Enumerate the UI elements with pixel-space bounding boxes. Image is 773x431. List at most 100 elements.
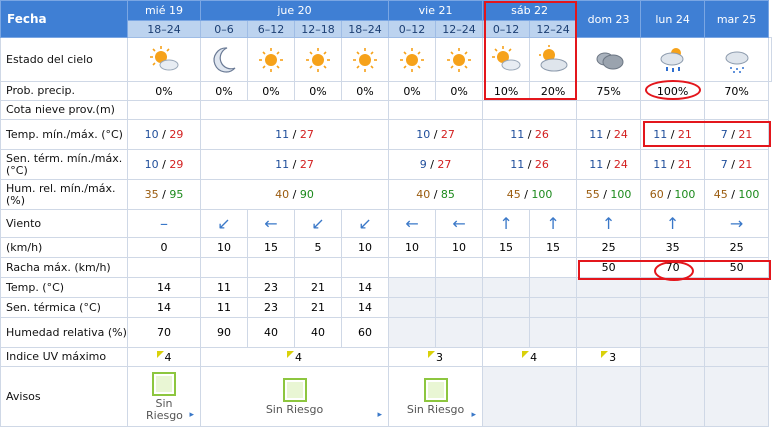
empty-cell bbox=[435, 317, 484, 348]
min-value: 11 bbox=[275, 158, 290, 171]
max-value: 24 bbox=[613, 128, 628, 141]
uv-cell: 4 bbox=[199, 347, 390, 367]
min-value: 45 bbox=[506, 188, 521, 201]
minmax-cell: 40 / 85 bbox=[388, 179, 484, 210]
chevron-right-icon[interactable]: ▸ bbox=[472, 410, 477, 420]
chevron-right-icon[interactable]: ▸ bbox=[189, 410, 194, 420]
uv-badge: 3 bbox=[428, 350, 444, 364]
min-value: 11 bbox=[653, 158, 668, 171]
gust-cell: 70 bbox=[640, 257, 706, 278]
empty-cell bbox=[576, 366, 642, 427]
wind-dir-cell: ↑ bbox=[529, 209, 578, 238]
uv-marker-icon bbox=[287, 350, 295, 358]
humidity-cell: 60 bbox=[340, 317, 390, 348]
min-value: 10 bbox=[144, 158, 159, 171]
max-value: 21 bbox=[677, 158, 692, 171]
sky-cell bbox=[576, 37, 642, 82]
max-value: 29 bbox=[169, 158, 184, 171]
sens-minmax-row: Sen. térm. mín./máx. (°C) 10 / 29 11 / 2… bbox=[0, 149, 772, 180]
gust-cell bbox=[435, 257, 484, 278]
sun-icon bbox=[259, 47, 283, 72]
uv-value: 3 bbox=[436, 350, 444, 364]
period-header: 6–12 bbox=[247, 20, 295, 38]
temp-row: Temp. (°C) 14 11 23 21 14 bbox=[0, 277, 772, 298]
minmax-cell: 10 / 29 bbox=[127, 149, 201, 180]
snow-cell bbox=[388, 100, 484, 120]
aviso-cell-mie[interactable]: Sin Riesgo ▸ bbox=[127, 366, 201, 427]
aviso-cell-jue[interactable]: Sin Riesgo ▸ bbox=[199, 366, 390, 427]
empty-cell bbox=[704, 347, 770, 367]
wind-speed-cell: 0 bbox=[127, 237, 201, 258]
sens-cell: 11 bbox=[200, 297, 248, 318]
gust-cell bbox=[127, 257, 201, 278]
aviso-badge[interactable]: Sin Riesgo bbox=[146, 371, 183, 422]
min-value: 11 bbox=[275, 128, 290, 141]
wind-speed-cell: 10 bbox=[388, 237, 437, 258]
max-value: 100 bbox=[738, 188, 760, 201]
minmax-cell: 40 / 90 bbox=[199, 179, 390, 210]
temp-cell: 23 bbox=[247, 277, 295, 298]
aviso-badge[interactable]: Sin Riesgo bbox=[265, 377, 324, 416]
period-header: 12–18 bbox=[294, 20, 342, 38]
uv-cell: 4 bbox=[127, 347, 201, 367]
aviso-badge[interactable]: Sin Riesgo bbox=[407, 377, 464, 416]
empty-cell bbox=[529, 317, 578, 348]
empty-cell bbox=[388, 277, 437, 298]
uv-value: 4 bbox=[164, 350, 172, 364]
precip-cell: 0% bbox=[340, 81, 390, 101]
snow-cell bbox=[704, 100, 770, 120]
period-header: 12–24 bbox=[529, 20, 578, 38]
humidity-cell: 70 bbox=[127, 317, 201, 348]
wind-speed-cell: 15 bbox=[529, 237, 578, 258]
sun-icon bbox=[306, 47, 330, 72]
sun-cloud-icon bbox=[492, 45, 521, 70]
wind-speed-cell: 5 bbox=[294, 237, 342, 258]
min-value: 40 bbox=[275, 188, 290, 201]
uv-marker-icon bbox=[428, 350, 436, 358]
min-value: 11 bbox=[589, 158, 604, 171]
minmax-cell: 11 / 26 bbox=[482, 149, 578, 180]
row-label: Sen. térm. mín./máx. (°C) bbox=[0, 149, 128, 180]
empty-cell bbox=[576, 317, 642, 348]
row-label: Avisos bbox=[0, 366, 128, 427]
snow-row: Cota nieve prov.(m) bbox=[0, 100, 772, 120]
empty-cell bbox=[482, 366, 578, 427]
max-value: 21 bbox=[738, 128, 753, 141]
humidity-cell: 90 bbox=[200, 317, 248, 348]
sky-cell bbox=[127, 37, 201, 82]
empty-cell bbox=[388, 317, 437, 348]
header-days-row: Fecha mié 19 jue 20 vie 21 sáb 22 dom 23… bbox=[0, 0, 772, 38]
sens-row: Sen. térmica (°C) 14 11 23 21 14 bbox=[0, 297, 772, 318]
period-header: 0–12 bbox=[482, 20, 531, 38]
precip-cell: 0% bbox=[200, 81, 248, 101]
empty-cell bbox=[640, 277, 706, 298]
drizzle-cloud-icon bbox=[725, 51, 749, 73]
day-header-dom: dom 23 bbox=[576, 0, 642, 38]
sky-cell bbox=[435, 37, 484, 82]
precip-cell: 100% bbox=[640, 81, 706, 101]
empty-cell bbox=[704, 366, 770, 427]
uv-badge: 4 bbox=[156, 350, 172, 364]
max-value: 21 bbox=[677, 128, 692, 141]
uv-cell: 3 bbox=[576, 347, 642, 367]
aviso-text: Sin Riesgo bbox=[265, 402, 324, 416]
sky-cell bbox=[640, 37, 706, 82]
minmax-cell: 45 / 100 bbox=[482, 179, 578, 210]
uv-marker-icon bbox=[522, 350, 530, 358]
uv-marker-icon bbox=[156, 350, 164, 358]
wind-dir-cell: → bbox=[704, 209, 770, 238]
row-label: (km/h) bbox=[0, 237, 128, 258]
period-header: 0–12 bbox=[388, 20, 437, 38]
row-label: Sen. térmica (°C) bbox=[0, 297, 128, 318]
sens-cell: 21 bbox=[294, 297, 342, 318]
uv-badge: 3 bbox=[601, 350, 616, 364]
sens-cell: 23 bbox=[247, 297, 295, 318]
sky-cell bbox=[704, 37, 770, 82]
aviso-cell-vie[interactable]: Sin Riesgo ▸ bbox=[388, 366, 484, 427]
precip-cell: 75% bbox=[576, 81, 642, 101]
day-header-jue: jue 20 bbox=[199, 0, 390, 21]
chevron-right-icon[interactable]: ▸ bbox=[378, 410, 383, 420]
arrow-down-left-icon: ↙ bbox=[217, 213, 231, 233]
sky-cell bbox=[388, 37, 437, 82]
max-value: 26 bbox=[534, 158, 549, 171]
